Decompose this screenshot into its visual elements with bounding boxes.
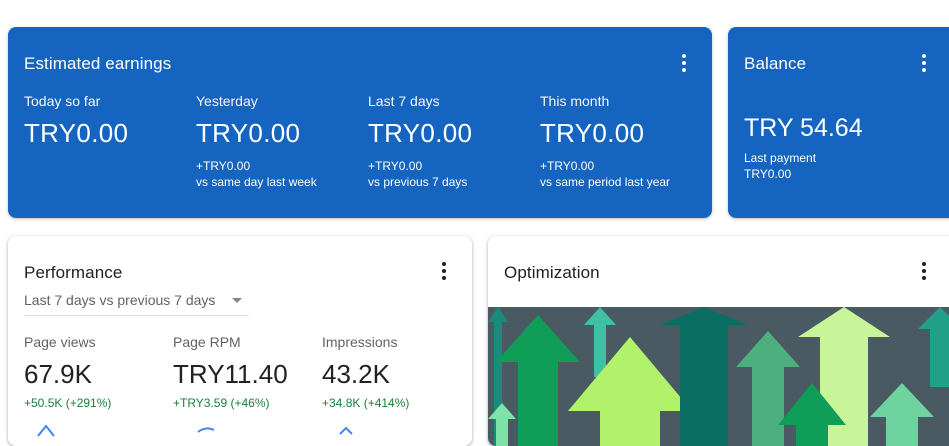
metric-yesterday: Yesterday TRY0.00 +TRY0.00 vs same day l… (196, 93, 361, 190)
metric-today: Today so far TRY0.00 (24, 93, 189, 149)
balance-title: Balance (744, 54, 807, 73)
perf-label: Page RPM (173, 334, 241, 350)
date-range-dropdown[interactable]: Last 7 days vs previous 7 days (24, 292, 249, 316)
metric-delta: +TRY0.00 (540, 159, 595, 173)
metric-compare: vs previous 7 days (368, 175, 468, 189)
balance-card: Balance TRY 54.64 Last payment TRY0.00 (728, 27, 949, 218)
metric-last-7-days: Last 7 days TRY0.00 +TRY0.00 vs previous… (368, 93, 533, 190)
metric-delta: +TRY0.00 (196, 159, 251, 173)
metric-compare: vs same day last week (196, 175, 317, 189)
perf-impressions[interactable]: Impressions 43.2K +34.8K (+414%) (322, 334, 462, 410)
performance-title: Performance (24, 263, 123, 282)
balance-more-vert-icon[interactable] (912, 51, 936, 75)
earnings-more-vert-icon[interactable] (672, 51, 696, 75)
estimated-earnings-card: Estimated earnings Today so far TRY0.00 … (8, 27, 712, 218)
perf-page-rpm[interactable]: Page RPM TRY11.40 +TRY3.59 (+46%) (173, 334, 313, 410)
metric-delta: +TRY0.00 (368, 159, 423, 173)
perf-page-views[interactable]: Page views 67.9K +50.5K (+291%) (24, 334, 164, 410)
metric-label: Yesterday (196, 93, 258, 109)
metric-label: Today so far (24, 93, 101, 109)
metric-label: Last 7 days (368, 93, 440, 109)
last-payment-value: TRY0.00 (744, 167, 792, 181)
metric-value: TRY0.00 (368, 118, 473, 148)
balance-value: TRY 54.64 (744, 114, 863, 142)
metric-value: TRY0.00 (196, 118, 301, 148)
optimization-more-vert-icon[interactable] (912, 259, 936, 283)
optimization-card: Optimization (488, 236, 949, 446)
perf-label: Page views (24, 334, 96, 350)
sparkline-peeks (37, 424, 353, 437)
perf-value: TRY11.40 (173, 359, 288, 389)
perf-change: +34.8K (+414%) (322, 396, 410, 410)
last-payment-label: Last payment (744, 151, 817, 165)
perf-value: 43.2K (322, 359, 390, 389)
metric-this-month: This month TRY0.00 +TRY0.00 vs same peri… (540, 93, 705, 190)
metric-label: This month (540, 93, 610, 109)
metric-value: TRY0.00 (24, 118, 129, 148)
metric-value: TRY0.00 (540, 118, 645, 148)
earnings-title: Estimated earnings (24, 54, 172, 73)
date-range-selected: Last 7 days vs previous 7 days (24, 292, 216, 308)
perf-label: Impressions (322, 334, 398, 350)
perf-value: 67.9K (24, 359, 92, 389)
perf-change: +50.5K (+291%) (24, 396, 112, 410)
metric-compare: vs same period last year (540, 175, 671, 189)
performance-more-vert-icon[interactable] (432, 259, 456, 283)
performance-card: Performance Last 7 days vs previous 7 da… (8, 236, 472, 446)
perf-change: +TRY3.59 (+46%) (173, 396, 270, 410)
arrow-drop-down-icon (232, 298, 242, 303)
optimization-title: Optimization (504, 263, 600, 282)
growth-arrows-illustration (488, 307, 949, 446)
